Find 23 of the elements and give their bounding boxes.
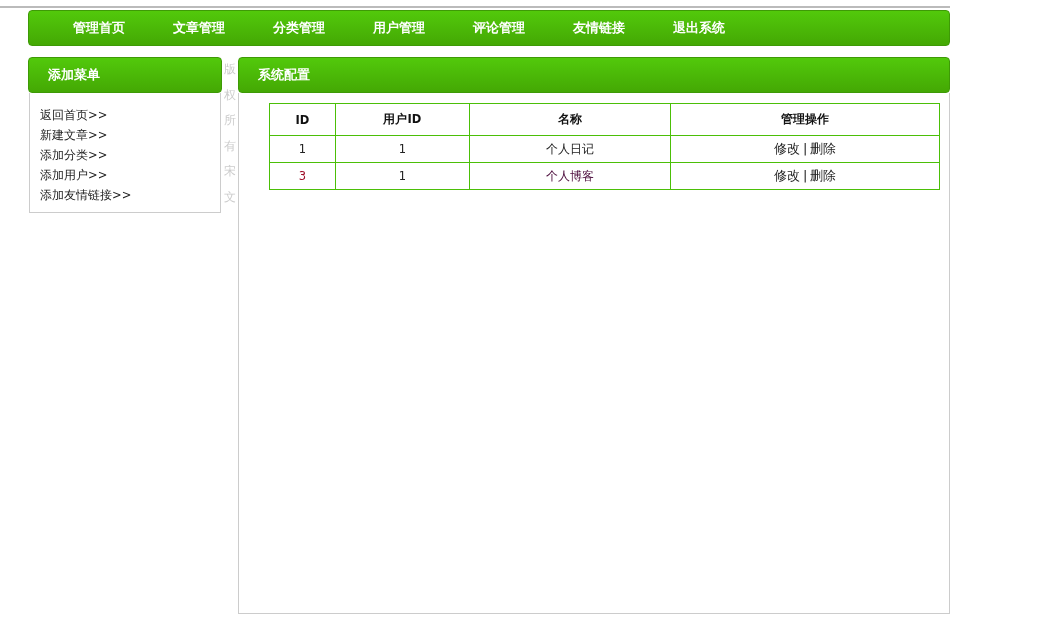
separator-text: | <box>802 168 808 183</box>
column-header: 管理操作 <box>670 103 940 136</box>
sidebar-link[interactable]: 返回首页>> <box>40 105 221 125</box>
sidebar-link[interactable]: 添加友情链接>> <box>40 185 221 205</box>
sidebar-link[interactable]: 添加分类>> <box>40 145 221 165</box>
delete-link[interactable]: 删除 <box>810 141 837 156</box>
panel-title: 添加菜单 <box>48 66 100 84</box>
edit-link[interactable]: 修改 <box>773 168 800 183</box>
table-cell: 个人日记 <box>469 135 671 163</box>
sidebar-link[interactable]: 添加用户>> <box>40 165 221 185</box>
column-header: 名称 <box>469 103 671 136</box>
sidebar-link[interactable]: 新建文章>> <box>40 125 221 145</box>
column-header: 用户ID <box>335 103 470 136</box>
table-cell: 1 <box>335 162 470 190</box>
delete-link[interactable]: 删除 <box>810 168 837 183</box>
separator-text: | <box>802 141 808 156</box>
table-cell: 1 <box>335 135 470 163</box>
table-cell: 3 <box>269 162 336 190</box>
panel-title: 系统配置 <box>257 66 310 84</box>
table-cell: 1 <box>269 135 336 163</box>
column-header: ID <box>269 103 336 136</box>
edit-link[interactable]: 修改 <box>773 141 800 156</box>
table-cell: 个人博客 <box>469 162 671 190</box>
